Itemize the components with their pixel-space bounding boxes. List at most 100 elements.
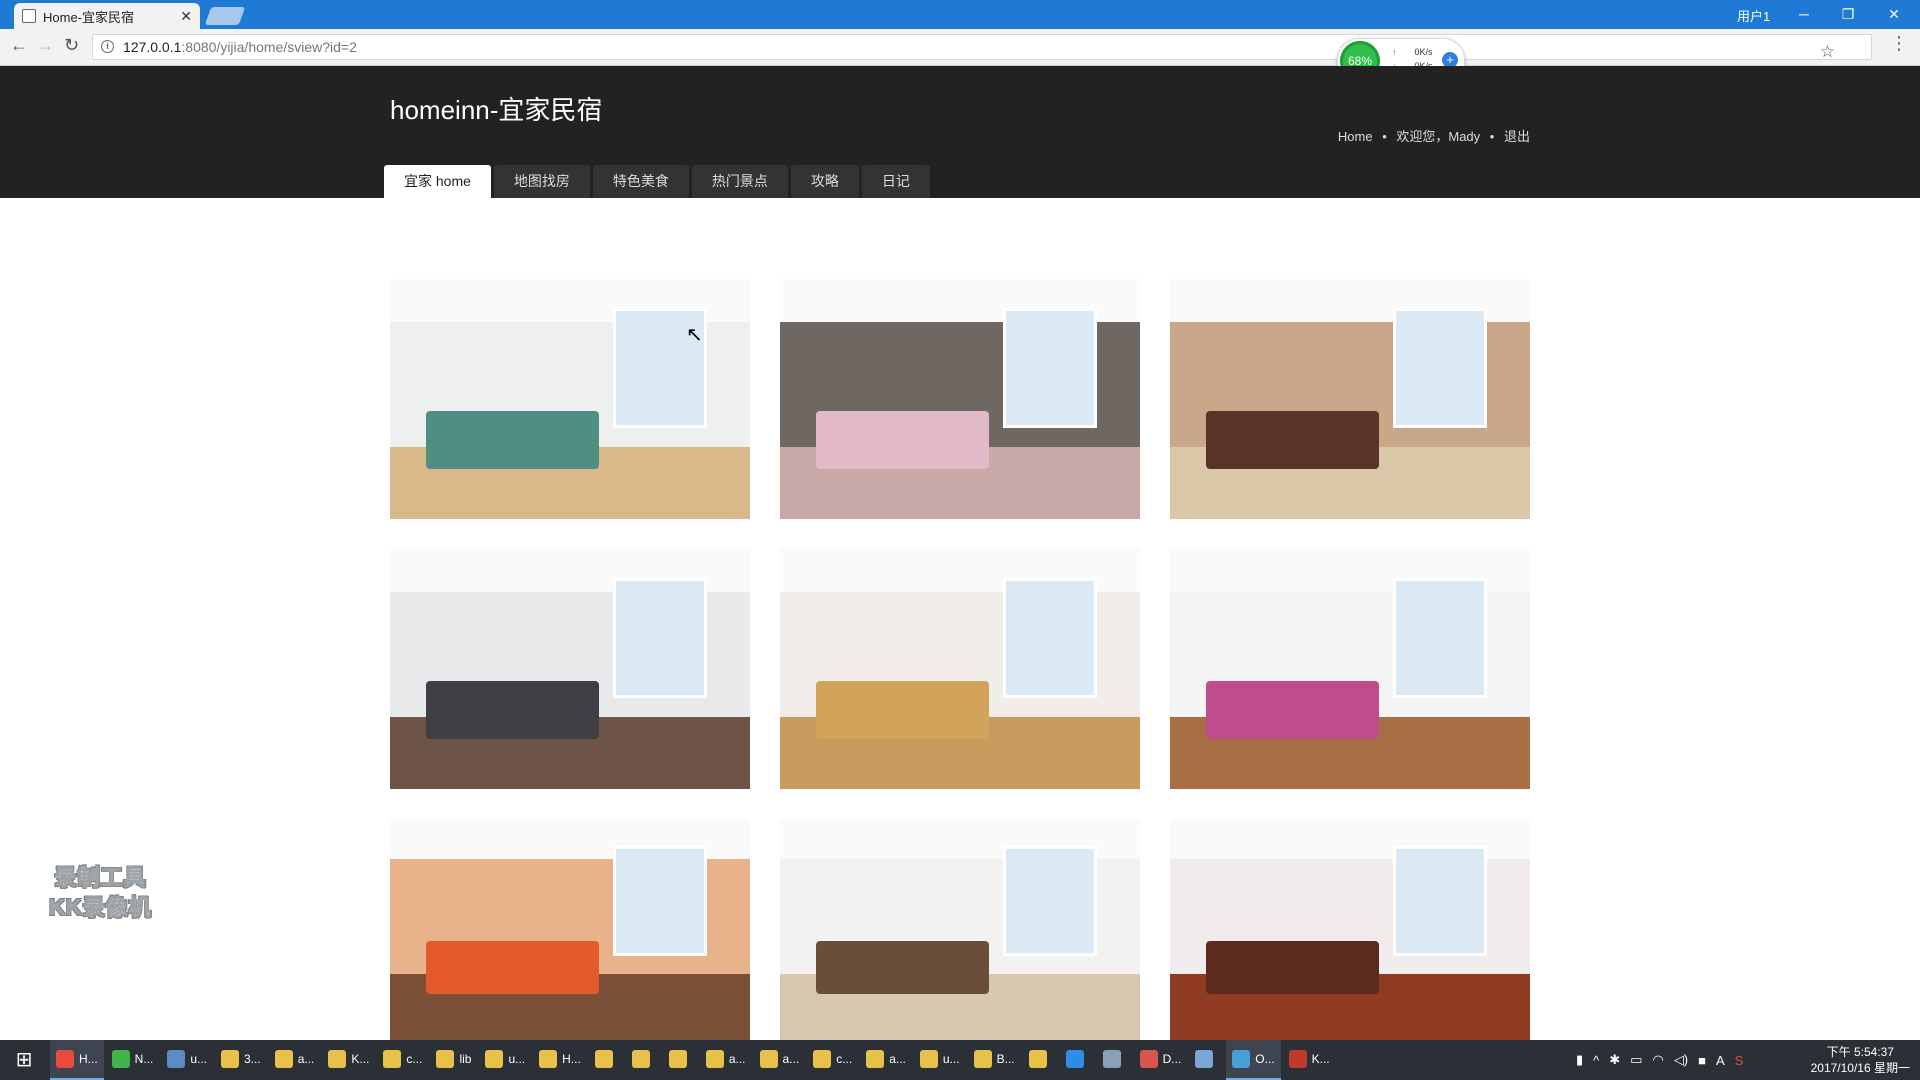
taskbar-app[interactable]: u... — [161, 1040, 213, 1080]
house-photo-dining-orange[interactable] — [390, 819, 750, 1040]
taskbar-app[interactable] — [626, 1040, 661, 1080]
taskbar-app[interactable]: lib — [430, 1040, 477, 1080]
house-photo-dining-white[interactable] — [780, 819, 1140, 1040]
back-icon[interactable]: ← — [10, 35, 28, 56]
nav-tab[interactable]: 攻略 — [790, 165, 859, 198]
site-title: homeinn-宜家民宿 — [390, 95, 603, 125]
house-photo-stairs-living[interactable] — [780, 549, 1140, 789]
taskbar-app[interactable]: a... — [754, 1040, 806, 1080]
link-separator: • — [1382, 129, 1387, 144]
taskbar-app[interactable]: a... — [269, 1040, 321, 1080]
upload-arrow-icon: ↑ — [1392, 47, 1397, 57]
house-photo-living-brown[interactable] — [1170, 279, 1530, 519]
home-link[interactable]: Home — [1338, 129, 1373, 144]
taskbar-app[interactable]: H... — [533, 1040, 587, 1080]
nav-tab[interactable]: 宜家 home — [384, 165, 491, 198]
taskbar-app[interactable]: 3... — [215, 1040, 267, 1080]
taskbar-apps: H... N... u... 3... a... K... c... lib u... H... a… — [50, 1040, 1338, 1080]
reload-icon[interactable]: ↻ — [64, 35, 79, 56]
photo-window — [613, 577, 707, 698]
app-icon — [705, 1050, 724, 1068]
taskbar-app[interactable] — [589, 1040, 624, 1080]
taskbar-app-label: K... — [351, 1052, 370, 1066]
power-icon[interactable]: ▭ — [1630, 1052, 1642, 1068]
nav-tab[interactable]: 日记 — [861, 165, 930, 198]
system-clock[interactable]: 下午 5:54:37 2017/10/16 星期一 — [1811, 1044, 1910, 1076]
mouse-cursor-icon: ↖ — [686, 324, 703, 346]
photo-furniture — [1206, 940, 1379, 994]
nav-tab[interactable]: 热门景点 — [691, 165, 788, 198]
taskbar-app-label: B... — [996, 1052, 1015, 1066]
security-icon[interactable]: ■ — [1698, 1053, 1706, 1068]
photo-furniture — [1206, 681, 1379, 739]
house-photo-living-redwood[interactable] — [1170, 819, 1530, 1040]
photo-furniture — [426, 681, 599, 739]
app-icon — [436, 1050, 455, 1068]
user-links: Home • 欢迎您，Mady • 退出 — [1338, 126, 1530, 145]
house-photo-living-tree-decal[interactable] — [1170, 549, 1530, 789]
taskbar-app[interactable]: O... — [1226, 1040, 1281, 1080]
minimize-icon[interactable]: ─ — [1784, 2, 1824, 26]
house-photo-bedroom-white[interactable] — [390, 279, 750, 519]
battery-icon[interactable]: ▮ — [1576, 1052, 1583, 1068]
app-icon — [1102, 1050, 1121, 1068]
taskbar-app[interactable]: K... — [322, 1040, 375, 1080]
taskbar-app[interactable] — [1097, 1040, 1132, 1080]
sogou-input-icon[interactable]: S — [1735, 1053, 1744, 1068]
windows-start-icon[interactable]: ⊞ — [0, 1040, 48, 1080]
volume-icon[interactable]: ◁) — [1674, 1052, 1688, 1068]
welcome-user-link[interactable]: 欢迎您，Mady — [1396, 129, 1480, 144]
taskbar-app-label: a... — [297, 1052, 315, 1066]
wifi-icon[interactable]: ◠ — [1652, 1052, 1663, 1068]
browser-profile-label[interactable]: 用户1 — [1737, 6, 1770, 25]
recorder-watermark: 录制工具 KK录像机 — [30, 862, 170, 922]
ime-indicator[interactable]: A — [1716, 1053, 1725, 1068]
taskbar-app[interactable] — [663, 1040, 698, 1080]
close-icon[interactable]: ✕ — [180, 8, 192, 25]
new-tab-button[interactable] — [204, 7, 246, 25]
window-close-icon[interactable]: ✕ — [1874, 2, 1914, 26]
address-bar[interactable]: i 127.0.0.1:8080/yijia/home/sview?id=2 ☆ — [92, 34, 1872, 61]
url-path: :8080/yijia/home/sview?id=2 — [181, 39, 357, 55]
taskbar-app[interactable]: u... — [479, 1040, 531, 1080]
nav-tab[interactable]: 地图找房 — [493, 165, 590, 198]
browser-tab[interactable]: Home-宜家民宿 ✕ — [14, 3, 200, 29]
house-photo-living-gray-sofa[interactable] — [390, 549, 750, 789]
site-info-icon[interactable]: i — [101, 40, 114, 53]
taskbar-app[interactable]: a... — [700, 1040, 752, 1080]
site-header: homeinn-宜家民宿 Home • 欢迎您，Mady • 退出 宜家 hom… — [0, 66, 1920, 198]
nav-tab[interactable]: 特色美食 — [592, 165, 689, 198]
taskbar-app[interactable]: c... — [377, 1040, 428, 1080]
taskbar-app[interactable]: a... — [860, 1040, 912, 1080]
app-icon — [167, 1050, 186, 1068]
taskbar-app[interactable]: H... — [50, 1040, 104, 1080]
taskbar-app[interactable]: B... — [968, 1040, 1021, 1080]
browser-menu-icon[interactable]: ⋮ — [1890, 33, 1908, 54]
taskbar-app-label: u... — [508, 1052, 526, 1066]
taskbar-app[interactable]: D... — [1134, 1040, 1188, 1080]
house-photo-bedroom-pink[interactable] — [780, 279, 1140, 519]
taskbar-app-label: c... — [836, 1052, 853, 1066]
upload-speed-value: 0K/s — [1414, 47, 1433, 57]
taskbar-app-label: K... — [1311, 1052, 1330, 1066]
forward-icon[interactable]: → — [36, 35, 54, 56]
taskbar-app[interactable] — [1189, 1040, 1224, 1080]
restore-icon[interactable]: ❐ — [1828, 2, 1868, 26]
taskbar-app[interactable] — [1060, 1040, 1095, 1080]
logout-link[interactable]: 退出 — [1504, 129, 1530, 144]
bookmark-star-icon[interactable]: ☆ — [1820, 40, 1835, 64]
app-icon — [1028, 1050, 1047, 1068]
page-favicon-icon — [22, 9, 36, 23]
taskbar-app[interactable]: K... — [1283, 1040, 1336, 1080]
taskbar-app[interactable]: N... — [106, 1040, 160, 1080]
taskbar-app[interactable]: c... — [807, 1040, 858, 1080]
app-icon — [594, 1050, 613, 1068]
taskbar-app[interactable]: u... — [914, 1040, 966, 1080]
tray-expand-icon[interactable]: ^ — [1593, 1053, 1599, 1068]
taskbar-app-label: O... — [1255, 1052, 1275, 1066]
url-host: 127.0.0.1 — [123, 39, 182, 55]
photo-furniture — [426, 411, 599, 469]
bluetooth-icon[interactable]: ✱ — [1609, 1052, 1620, 1068]
app-icon — [539, 1050, 558, 1068]
taskbar-app[interactable] — [1023, 1040, 1058, 1080]
